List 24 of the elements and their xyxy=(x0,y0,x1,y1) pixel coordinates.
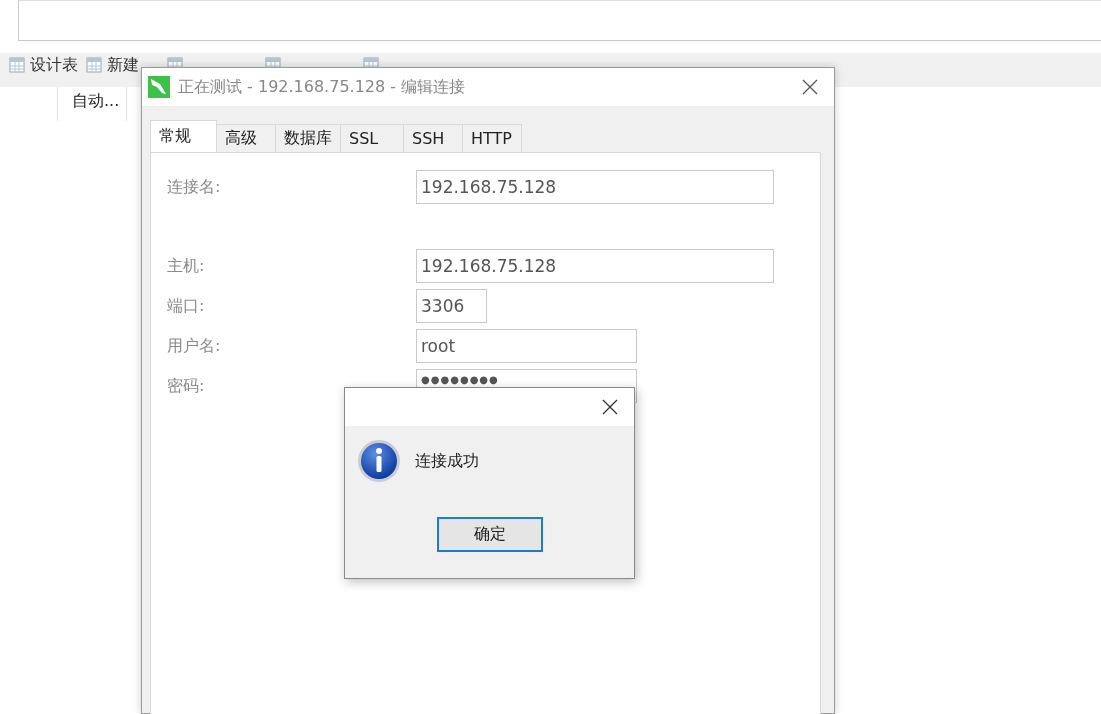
close-icon[interactable] xyxy=(802,79,818,95)
message-text: 连接成功 xyxy=(415,450,479,472)
toolbar-button[interactable]: 新建 xyxy=(86,54,139,76)
input-field[interactable]: 192.168.75.128 xyxy=(416,170,774,204)
app-icon xyxy=(148,76,170,98)
input-field[interactable]: 192.168.75.128 xyxy=(416,249,774,283)
window-title: 正在测试 - 192.168.75.128 - 编辑连接 xyxy=(178,76,467,98)
input-field[interactable]: 3306 xyxy=(416,289,487,323)
tab[interactable]: 常规 xyxy=(150,120,217,152)
field-label: 用户名: xyxy=(167,335,222,357)
field-label: 连接名: xyxy=(167,176,222,198)
toolbar-button[interactable]: 设计表 xyxy=(9,54,78,76)
input-field[interactable]: root xyxy=(416,329,637,363)
ok-button[interactable]: 确定 xyxy=(437,517,543,552)
input-field[interactable] xyxy=(18,0,1101,41)
info-icon xyxy=(357,439,401,483)
table-icon xyxy=(9,57,25,73)
field-label: 端口: xyxy=(167,295,206,317)
field-label: 密码: xyxy=(167,375,206,397)
field-label: 主机: xyxy=(167,255,206,277)
column-header[interactable]: 自动... xyxy=(57,87,127,121)
close-icon[interactable] xyxy=(602,399,618,415)
tab[interactable]: HTTP xyxy=(462,124,522,152)
table-icon xyxy=(86,57,102,73)
